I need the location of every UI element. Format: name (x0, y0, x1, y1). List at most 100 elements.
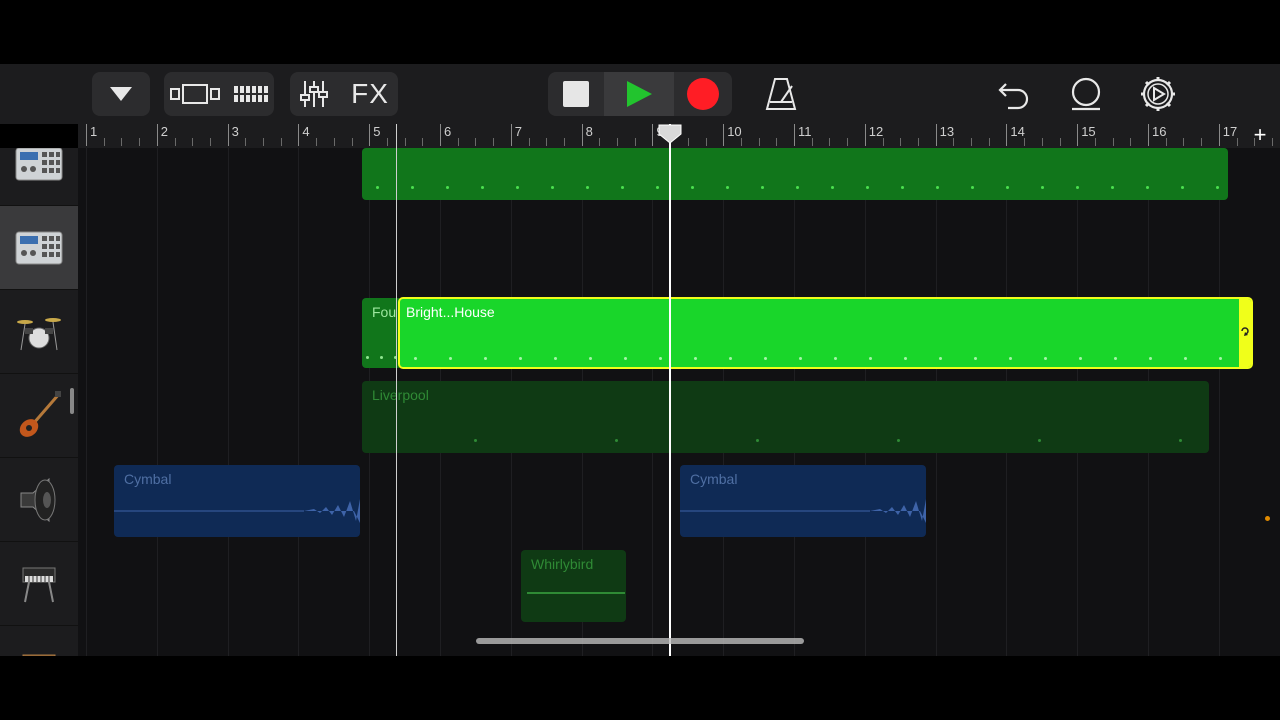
ruler-bar-line (1218, 124, 1220, 146)
ruler-bar-number: 5 (373, 124, 381, 139)
ruler-beat-tick (103, 138, 105, 146)
ruler-bar-line (227, 124, 229, 146)
undo-button[interactable] (996, 76, 1032, 117)
ruler-beat-tick (1130, 138, 1132, 146)
indicator-dot (1265, 516, 1270, 521)
midi-note-dot (414, 357, 417, 360)
metronome-button[interactable] (764, 76, 798, 117)
tracks-area[interactable]: Fou Bright...House Liverpool Cymbal Cymb… (78, 148, 1280, 656)
track-header-keyboard[interactable] (0, 542, 78, 626)
midi-note-dot (756, 439, 759, 442)
chevron-down-icon (110, 87, 132, 101)
loop-browser-button[interactable] (1068, 76, 1104, 117)
midi-note-dot (897, 439, 900, 442)
tracks-view-icon[interactable] (169, 82, 221, 106)
ruler-bar-line (156, 124, 158, 146)
midi-note-dot (1219, 357, 1222, 360)
midi-note-dot (936, 186, 939, 189)
add-section-button[interactable]: + (1248, 124, 1272, 148)
ruler-beat-tick (404, 138, 406, 146)
midi-note-dot (869, 357, 872, 360)
midi-note-dot (691, 186, 694, 189)
ruler-beat-tick (882, 138, 884, 146)
stop-button[interactable] (548, 72, 604, 116)
horizontal-scrollbar[interactable] (476, 638, 804, 644)
ruler-bar-number: 14 (1010, 124, 1025, 139)
ruler-beat-tick (174, 138, 176, 146)
play-button[interactable] (604, 72, 674, 116)
region-cymbal-a[interactable]: Cymbal (114, 465, 360, 537)
settings-button[interactable] (1140, 76, 1176, 117)
region-liverpool[interactable]: Liverpool (362, 381, 1209, 453)
region-label: Liverpool (372, 387, 429, 403)
midi-note-dot (1041, 186, 1044, 189)
midi-note-dot (1009, 357, 1012, 360)
midi-note-dot (474, 439, 477, 442)
ruler-beat-tick (280, 138, 282, 146)
midi-note-dot (1038, 439, 1041, 442)
region-whirlybird[interactable]: Whirlybird (521, 550, 626, 622)
midi-note-dot (834, 357, 837, 360)
ruler-bar-line (864, 124, 866, 146)
waveform (114, 499, 360, 523)
ruler-bar-number: 12 (868, 124, 884, 139)
midi-note-dot (1044, 357, 1047, 360)
ruler-bar-line (581, 124, 583, 146)
track-header-drums[interactable] (0, 290, 78, 374)
ruler-beat-tick (1094, 138, 1096, 146)
midi-note-dot (586, 186, 589, 189)
region-cymbal-b[interactable]: Cymbal (680, 465, 926, 537)
track-header-audio[interactable] (0, 458, 78, 542)
playhead-handle-icon[interactable] (658, 124, 682, 144)
region-bright-house[interactable]: Bright...House (398, 297, 1253, 369)
track-header-synth[interactable] (0, 626, 78, 656)
grid-line (298, 148, 300, 656)
playhead[interactable] (669, 124, 671, 656)
ruler-beat-tick (475, 138, 477, 146)
midi-note-dot (366, 356, 369, 359)
ruler-bar-number: 17 (1222, 124, 1238, 139)
midi-note-dot (551, 186, 554, 189)
ruler-bar-number: 16 (1152, 124, 1167, 139)
midi-note-dot (656, 186, 659, 189)
midi-note-dot (761, 186, 764, 189)
track-header-drum-machine[interactable] (0, 206, 78, 290)
ruler-beat-tick (953, 138, 955, 146)
ruler-bar-line (1077, 124, 1079, 146)
browser-button[interactable] (92, 72, 150, 116)
midi-note-dot (799, 357, 802, 360)
ruler-bar-number: 15 (1081, 124, 1096, 139)
midi-note (527, 592, 625, 594)
ruler-beat-tick (1059, 138, 1061, 146)
midi-note-dot (1184, 357, 1187, 360)
drum-machine-icon (15, 148, 63, 180)
waveform (680, 499, 926, 523)
mixer-sliders-icon[interactable] (299, 79, 329, 109)
view-toggle[interactable] (164, 72, 274, 116)
ruler-beat-tick (776, 138, 778, 146)
ruler-beat-tick (316, 138, 318, 146)
track-header-bass[interactable] (0, 374, 78, 458)
track-header-beat-sequencer[interactable] (0, 148, 78, 206)
ruler-beat-tick (687, 138, 689, 146)
midi-note-dot (376, 186, 379, 189)
ruler-beat-tick (634, 138, 636, 146)
ruler-beat-tick (457, 138, 459, 146)
loop-handle[interactable] (1239, 299, 1251, 367)
record-button[interactable] (674, 72, 732, 116)
ruler-beat-tick (847, 138, 849, 146)
midi-note-dot (1146, 186, 1149, 189)
live-loops-icon[interactable] (233, 82, 269, 106)
midi-note-dot (615, 439, 618, 442)
fx-button[interactable]: FX (351, 78, 389, 110)
midi-note-dot (446, 186, 449, 189)
midi-note-dot (729, 357, 732, 360)
midi-note-dot (796, 186, 799, 189)
ruler-bar-number: 1 (90, 124, 98, 139)
ruler-beat-tick (192, 138, 194, 146)
ruler-beat-tick (1041, 138, 1043, 146)
midi-note-dot (624, 357, 627, 360)
midi-note-dot (481, 186, 484, 189)
region-beat-pattern[interactable] (362, 148, 1228, 200)
midi-note-dot (901, 186, 904, 189)
